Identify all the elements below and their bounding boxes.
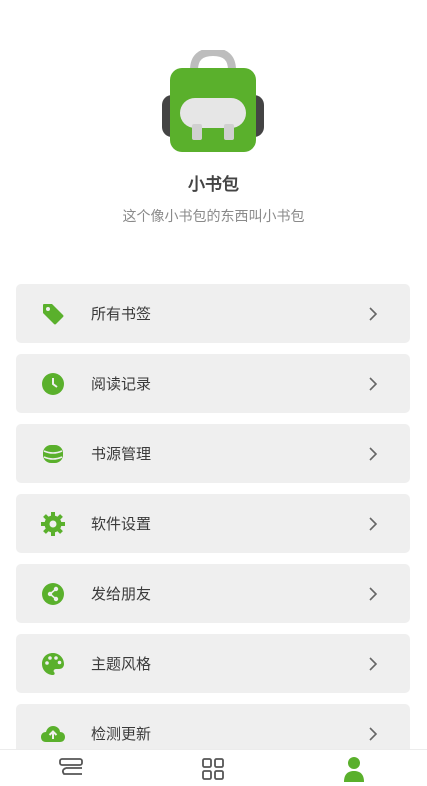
tab-profile[interactable] — [334, 756, 374, 782]
menu-item-settings[interactable]: 软件设置 — [16, 494, 410, 553]
menu-item-label: 所有书签 — [91, 305, 152, 323]
chevron-right-icon — [368, 726, 378, 742]
menu-item-label: 阅读记录 — [91, 375, 152, 393]
menu-item-label: 发给朋友 — [91, 585, 152, 603]
bookshelf-icon — [58, 756, 84, 782]
menu-list: 所有书签 阅读记录 书源管理 软件设置 发给朋友 主题风格 检测更新 — [16, 284, 410, 774]
clock-icon — [40, 371, 66, 397]
menu-item-history[interactable]: 阅读记录 — [16, 354, 410, 413]
palette-icon — [40, 651, 66, 677]
database-icon — [40, 441, 66, 467]
tab-discover[interactable] — [193, 756, 233, 782]
menu-item-book-sources[interactable]: 书源管理 — [16, 424, 410, 483]
grid-icon — [200, 756, 226, 782]
person-icon — [341, 756, 367, 782]
chevron-right-icon — [368, 656, 378, 672]
tag-icon — [40, 301, 66, 327]
menu-item-bookmarks[interactable]: 所有书签 — [16, 284, 410, 343]
app-slogan: 这个像小书包的东西叫小书包 — [122, 209, 305, 225]
chevron-right-icon — [368, 376, 378, 392]
chevron-right-icon — [368, 586, 378, 602]
menu-item-theme[interactable]: 主题风格 — [16, 634, 410, 693]
gear-icon — [40, 511, 66, 537]
menu-item-label: 书源管理 — [91, 445, 152, 463]
chevron-right-icon — [368, 446, 378, 462]
app-name: 小书包 — [188, 175, 239, 195]
chevron-right-icon — [368, 306, 378, 322]
app-logo — [160, 47, 266, 156]
menu-item-label: 主题风格 — [91, 655, 152, 673]
menu-item-share[interactable]: 发给朋友 — [16, 564, 410, 623]
share-icon — [40, 581, 66, 607]
tab-bookshelf[interactable] — [51, 756, 91, 782]
bottom-nav — [0, 749, 427, 782]
cloud-upload-icon — [40, 721, 66, 747]
menu-item-label: 软件设置 — [91, 515, 152, 533]
menu-item-label: 检测更新 — [91, 725, 152, 743]
chevron-right-icon — [368, 516, 378, 532]
